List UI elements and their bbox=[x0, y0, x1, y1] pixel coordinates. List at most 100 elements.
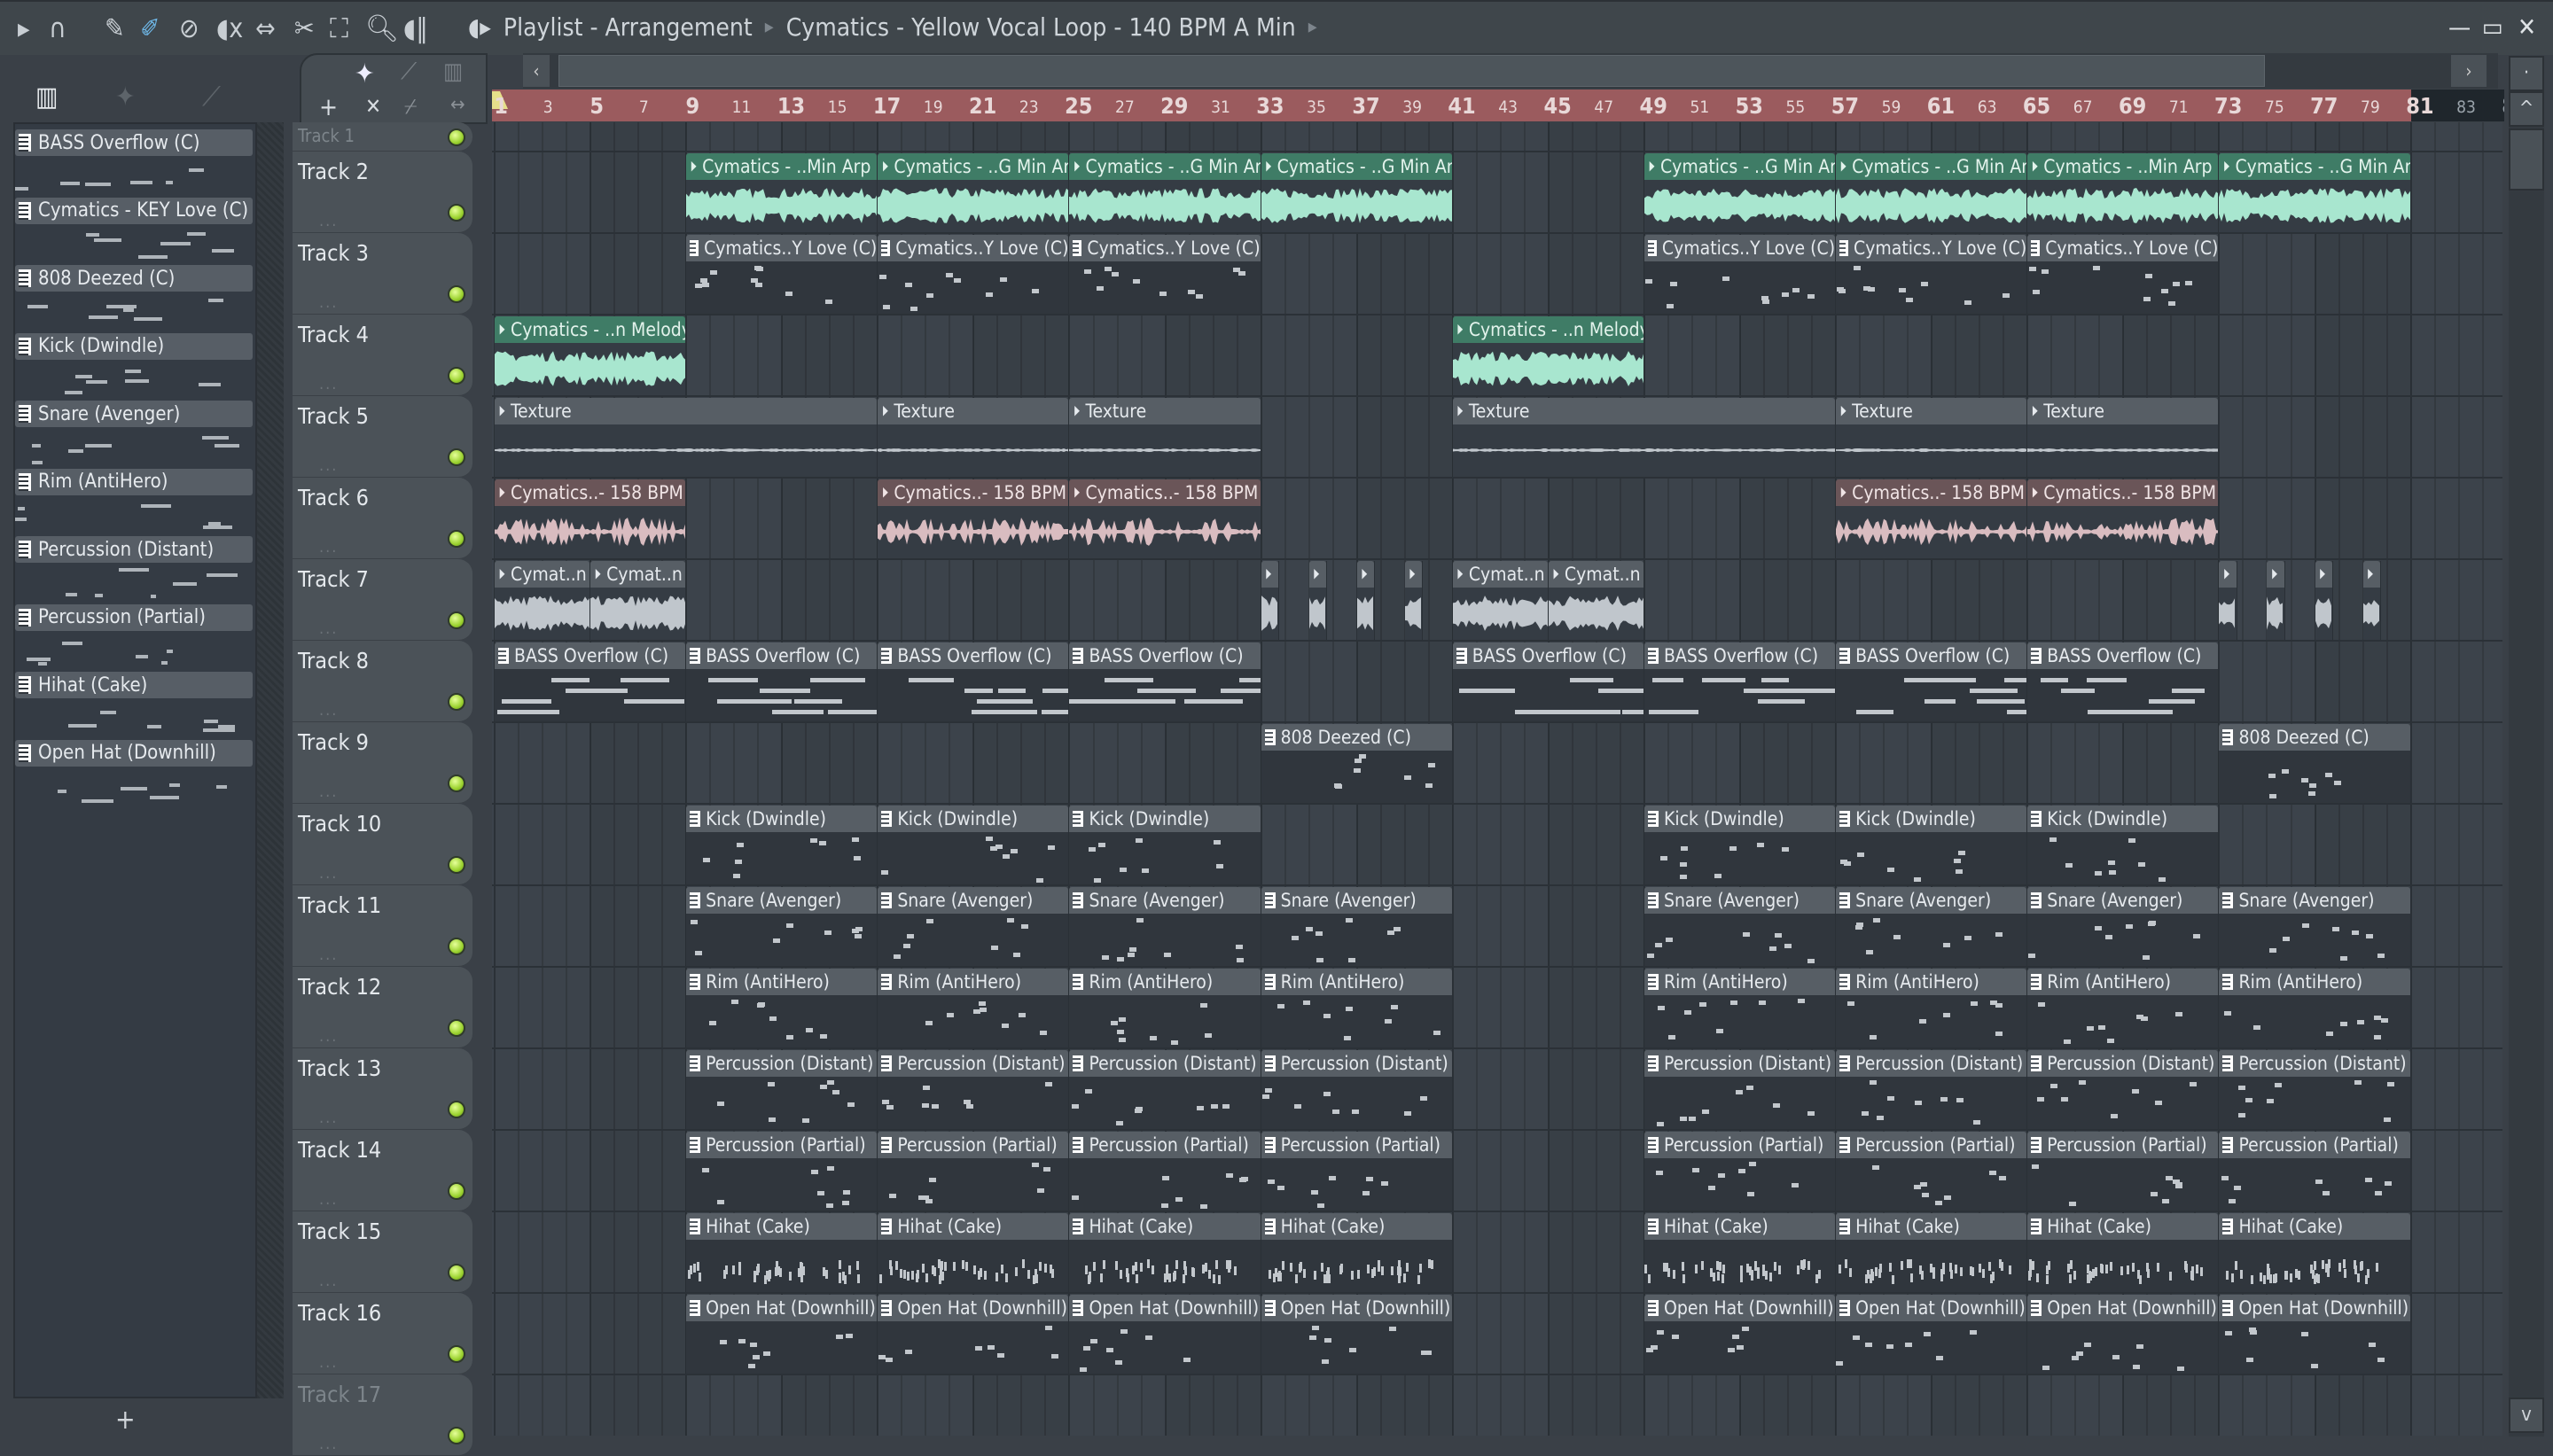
clip-header[interactable]: ⏵ Cymat..n bbox=[495, 561, 590, 588]
pencil-icon[interactable]: ✎ bbox=[105, 14, 125, 44]
ruler-bar-label[interactable]: 59 bbox=[1882, 97, 1901, 117]
track-mute-led[interactable] bbox=[448, 530, 465, 548]
clip-header[interactable]: Snare (Avenger) bbox=[686, 887, 878, 914]
clip-header[interactable]: ⏵ Texture bbox=[495, 398, 878, 424]
track-header[interactable]: Track 14... bbox=[293, 1130, 472, 1211]
ruler-bar-label[interactable]: 73 bbox=[2214, 93, 2242, 119]
clip-header[interactable]: Hihat (Cake) bbox=[1261, 1213, 1452, 1240]
playlist-clip[interactable]: Hihat (Cake) bbox=[1643, 1213, 1837, 1292]
clip-header[interactable]: ⏵ bbox=[2267, 561, 2284, 588]
track-name[interactable]: Track 6 bbox=[298, 485, 369, 510]
track-mute-led[interactable] bbox=[448, 1427, 465, 1444]
clip-header[interactable]: Percussion (Distant) bbox=[1643, 1050, 1836, 1077]
playlist-clip[interactable]: Rim (AntiHero) bbox=[1069, 969, 1261, 1047]
playlist-clip[interactable]: Kick (Dwindle) bbox=[878, 806, 1070, 884]
ruler-bar-label[interactable]: 83 bbox=[2456, 97, 2476, 117]
clip-header[interactable]: Cymatics..Y Love (C) bbox=[1836, 235, 2027, 261]
clip-header[interactable]: BASS Overflow (C) bbox=[1643, 642, 1836, 669]
playlist-clip[interactable]: ⏵ Cymatics..- 158 BPM bbox=[1836, 479, 2028, 558]
playlist-clip[interactable]: BASS Overflow (C) bbox=[2027, 642, 2220, 721]
playlist-clip[interactable]: Cymatics..Y Love (C) bbox=[1069, 235, 1261, 314]
playlist-clip[interactable]: Percussion (Distant) bbox=[878, 1050, 1070, 1129]
clip-header[interactable]: ⏵ Texture bbox=[1836, 398, 2027, 424]
clip-header[interactable]: Percussion (Distant) bbox=[878, 1050, 1069, 1077]
clip-header[interactable]: ⏵ Cymatics - ..n Melody bbox=[1452, 316, 1643, 343]
playlist-clip[interactable]: ⏵ bbox=[2315, 561, 2333, 640]
scroll-up-button[interactable]: ^ bbox=[2509, 91, 2544, 127]
mute-icon[interactable]: ◖x bbox=[216, 14, 243, 44]
picker-item-header[interactable]: Hihat (Cake) bbox=[15, 672, 253, 698]
clip-header[interactable]: ⏵ Texture bbox=[1452, 398, 1836, 424]
ruler-bar-label[interactable]: 53 bbox=[1736, 93, 1763, 119]
clip-header[interactable]: ⏵ Cymatics - ..G Min Arp bbox=[878, 153, 1069, 180]
timeline-ruler[interactable]: 1 3 5 7 9 11 13 15 17 19 21 23 25 27 29 31 33 35 37 39 41 43 4… bbox=[492, 90, 2504, 121]
ruler-bar-label[interactable]: 57 bbox=[1831, 93, 1859, 119]
audio-clip-icon[interactable]: ✦ bbox=[115, 82, 136, 113]
picker-item-header[interactable]: Snare (Avenger) bbox=[15, 401, 253, 427]
clip-header[interactable]: ⏵ Cymatics - ..Min Arp bbox=[2027, 153, 2219, 180]
track-name[interactable]: Track 1 bbox=[298, 125, 355, 146]
playlist-clip[interactable]: BASS Overflow (C) bbox=[1836, 642, 2028, 721]
piano-roll-icon[interactable]: ▥ bbox=[35, 82, 59, 113]
resize-icon[interactable]: ↔ bbox=[450, 94, 465, 116]
paint-brush-icon[interactable]: ✐ bbox=[140, 14, 160, 44]
close-button[interactable]: ✕ bbox=[2518, 12, 2536, 42]
clip-header[interactable]: Percussion (Distant) bbox=[2219, 1050, 2410, 1077]
clip-header[interactable]: Open Hat (Downhill) bbox=[2027, 1295, 2219, 1321]
track-options-icon[interactable]: ... bbox=[319, 701, 338, 720]
clip-header[interactable]: Rim (AntiHero) bbox=[1261, 969, 1452, 995]
playlist-grid[interactable]: ⏵ Cymatics - ..Min Arp ⏵ Cymatics - ..G Min… bbox=[492, 122, 2502, 1436]
track-mute-led[interactable] bbox=[448, 367, 465, 385]
clip-header[interactable]: Hihat (Cake) bbox=[1069, 1213, 1261, 1240]
clip-header[interactable]: Hihat (Cake) bbox=[1836, 1213, 2027, 1240]
clip-header[interactable]: BASS Overflow (C) bbox=[1836, 642, 2027, 669]
clip-header[interactable]: Open Hat (Downhill) bbox=[686, 1295, 878, 1321]
clip-header[interactable]: BASS Overflow (C) bbox=[1452, 642, 1643, 669]
clip-header[interactable]: BASS Overflow (C) bbox=[1069, 642, 1261, 669]
clip-header[interactable]: ⏵ Cymat..n bbox=[1548, 561, 1643, 588]
slice-icon[interactable]: ✂ bbox=[294, 14, 315, 44]
clip-header[interactable]: ⏵ Cymatics - ..Min Arp bbox=[686, 153, 878, 180]
picker-item-header[interactable]: Rim (AntiHero) bbox=[15, 468, 253, 495]
speaker-icon[interactable]: ◖▸ bbox=[468, 12, 491, 42]
breadcrumb-playlist[interactable]: Playlist - Arrangement bbox=[504, 12, 753, 42]
clip-header[interactable]: Snare (Avenger) bbox=[1836, 887, 2027, 914]
ruler-bar-label[interactable]: 17 bbox=[873, 93, 901, 119]
playlist-clip[interactable]: Snare (Avenger) bbox=[1836, 887, 2028, 966]
clip-header[interactable]: Kick (Dwindle) bbox=[1643, 806, 1836, 832]
clip-header[interactable]: Hihat (Cake) bbox=[2027, 1213, 2219, 1240]
scroll-left-button[interactable]: ‹ bbox=[523, 55, 550, 87]
playlist-clip[interactable]: Percussion (Partial) bbox=[1836, 1132, 2028, 1211]
playlist-clip[interactable]: Rim (AntiHero) bbox=[1836, 969, 2028, 1047]
clip-header[interactable]: Rim (AntiHero) bbox=[1836, 969, 2027, 995]
clip-header[interactable]: Percussion (Partial) bbox=[1836, 1132, 2027, 1158]
playlist-clip[interactable]: 808 Deezed (C) bbox=[1261, 724, 1453, 803]
picker-item[interactable]: Snare (Avenger) bbox=[15, 401, 253, 468]
clip-header[interactable]: Cymatics..Y Love (C) bbox=[878, 235, 1069, 261]
clip-header[interactable]: ⏵ bbox=[1261, 561, 1278, 588]
scroll-right-button[interactable]: › bbox=[2451, 55, 2487, 87]
playlist-clip[interactable]: BASS Overflow (C) bbox=[495, 642, 687, 721]
playlist-clip[interactable]: BASS Overflow (C) bbox=[1452, 642, 1644, 721]
clip-header[interactable]: Hihat (Cake) bbox=[1643, 1213, 1836, 1240]
clip-header[interactable]: Percussion (Distant) bbox=[1261, 1050, 1452, 1077]
scroll-down-button[interactable]: v bbox=[2509, 1398, 2544, 1433]
playlist-clip[interactable]: Percussion (Partial) bbox=[686, 1132, 878, 1211]
ruler-bar-label[interactable]: 67 bbox=[2073, 97, 2093, 117]
playlist-clip[interactable]: Rim (AntiHero) bbox=[2027, 969, 2220, 1047]
ruler-bar-label[interactable]: 7 bbox=[639, 97, 649, 117]
picker-item[interactable]: BASS Overflow (C) bbox=[15, 129, 253, 197]
playlist-clip[interactable]: Snare (Avenger) bbox=[686, 887, 878, 966]
clip-header[interactable]: Percussion (Partial) bbox=[2027, 1132, 2219, 1158]
playlist-clip[interactable]: Snare (Avenger) bbox=[1643, 887, 1837, 966]
close-icon[interactable]: ✕ bbox=[365, 94, 381, 119]
playlist-clip[interactable]: Hihat (Cake) bbox=[2219, 1213, 2411, 1292]
picker-item[interactable]: Hihat (Cake) bbox=[15, 672, 253, 739]
piano-roll-icon[interactable]: ▥ bbox=[443, 58, 463, 85]
track-mute-led[interactable] bbox=[448, 856, 465, 874]
select-icon[interactable]: ⛶ bbox=[330, 14, 348, 44]
clip-header[interactable]: ⏵ Cymatics - ..n Melody bbox=[495, 316, 686, 343]
track-header[interactable]: Track 9... bbox=[293, 722, 472, 804]
track-mute-led[interactable] bbox=[448, 1019, 465, 1037]
track-mute-led[interactable] bbox=[448, 1264, 465, 1281]
